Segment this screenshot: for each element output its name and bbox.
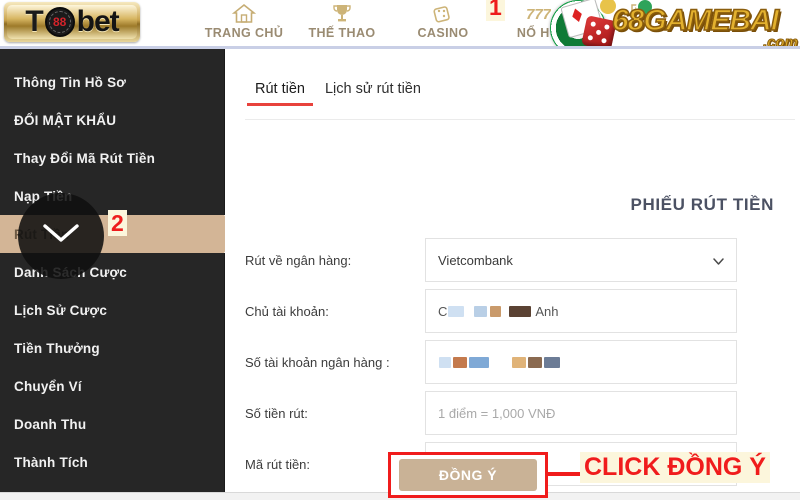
- account-sidebar: Thông Tin Hồ Sơ ĐỔI MẬT KHẨU Thay Đổi Mã…: [0, 49, 238, 500]
- nav-label-the-thao: THẾ THAO: [308, 26, 376, 40]
- input-account-holder[interactable]: C Anh: [425, 289, 737, 333]
- redaction-block: [512, 356, 526, 368]
- brand-logo-plate: T 88 bet: [4, 2, 140, 42]
- submit-button[interactable]: ĐỒNG Ý: [399, 459, 537, 491]
- callout-connector: [548, 472, 580, 476]
- redaction-block: [453, 356, 467, 368]
- select-bank-value: Vietcombank: [438, 252, 513, 268]
- label-so-tai-khoan: Số tài khoản ngân hàng :: [245, 354, 390, 370]
- sidebar-label: Doanh Thu: [14, 416, 87, 432]
- redaction-block: [439, 356, 451, 368]
- tab-label: Rút tiền: [255, 81, 305, 97]
- svg-text:777: 777: [526, 6, 551, 23]
- redaction-block: [474, 305, 488, 317]
- chevron-down-icon: [42, 222, 80, 244]
- account-holder-value: C: [438, 303, 448, 319]
- brand-logo[interactable]: T 88 bet: [4, 0, 144, 44]
- sidebar-item-chuyen-vi[interactable]: Chuyển Ví: [0, 367, 224, 405]
- sidebar-label: Thông Tin Hồ Sơ: [14, 74, 127, 90]
- account-holder-suffix: Anh: [535, 303, 559, 319]
- nav-item-building[interactable]: [590, 2, 686, 26]
- select-bank[interactable]: Vietcombank: [425, 238, 737, 282]
- label-rut-ve-ngan-hang: Rút về ngân hàng:: [245, 252, 352, 268]
- sidebar-item-doanh-thu[interactable]: Doanh Thu: [0, 405, 224, 443]
- brand-text-left: T: [25, 5, 43, 38]
- label-so-tien-rut: Số tiền rút:: [245, 405, 308, 421]
- dice-icon: [430, 2, 456, 24]
- redaction-block: [448, 305, 465, 317]
- input-amount[interactable]: 1 điểm = 1,000 VNĐ: [425, 391, 737, 435]
- page-root: T 88 bet TRANG CHỦ THẾ THAO CASINO 777 N…: [0, 0, 800, 500]
- redaction-block: [544, 356, 560, 368]
- form-row-bank: Rút về ngân hàng: Vietcombank: [245, 237, 795, 283]
- sidebar-label: Thay Đổi Mã Rút Tiền: [14, 150, 156, 166]
- sidebar-label: Thành Tích: [14, 454, 88, 470]
- sidebar-item-thay-doi-ma-rut-tien[interactable]: Thay Đổi Mã Rút Tiền: [0, 139, 224, 177]
- sidebar-item-doi-mat-khau[interactable]: ĐỔI MẬT KHẨU: [0, 101, 224, 139]
- nav-label-trang-chu: TRANG CHỦ: [204, 26, 284, 40]
- sidebar-label: Chuyển Ví: [14, 378, 82, 394]
- redaction-block: [528, 356, 542, 368]
- label-chu-tai-khoan: Chủ tài khoản:: [245, 303, 329, 319]
- site-header: T 88 bet TRANG CHỦ THẾ THAO CASINO 777 N…: [0, 0, 800, 48]
- redaction-block: [490, 305, 502, 317]
- brand-text-right: bet: [76, 5, 120, 38]
- tab-rut-tien[interactable]: Rút tiền: [245, 81, 315, 106]
- form-row-account-number: Số tài khoản ngân hàng :: [245, 339, 795, 385]
- nav-item-casino[interactable]: CASINO: [395, 2, 491, 40]
- sidebar-item-thong-tin-ho-so[interactable]: Thông Tin Hồ Sơ: [0, 63, 224, 101]
- sidebar-item-thanh-tich[interactable]: Thành Tích: [0, 443, 224, 481]
- annotation-2: 2: [108, 210, 127, 237]
- home-icon: [231, 2, 257, 24]
- annotation-1: 1: [486, 0, 505, 21]
- brand-chip-text: 88: [52, 15, 67, 29]
- tab-lich-su-rut-tien[interactable]: Lịch sử rút tiền: [315, 81, 431, 106]
- submit-annotation-box: ĐỒNG Ý: [388, 452, 548, 498]
- withdraw-panel: Rút tiền Lịch sử rút tiền PHIẾU RÚT TIỀN…: [225, 49, 800, 492]
- redaction-block: [469, 356, 489, 368]
- amount-placeholder: 1 điểm = 1,000 VNĐ: [438, 405, 556, 421]
- input-account-number[interactable]: [425, 340, 737, 384]
- tab-label: Lịch sử rút tiền: [324, 81, 421, 97]
- sidebar-label: Lịch Sử Cược: [14, 302, 108, 318]
- sidebar-item-tien-thuong[interactable]: Tiền Thưởng: [0, 329, 224, 367]
- main-nav: TRANG CHỦ THẾ THAO CASINO 777 NỔ HŨ 1: [190, 0, 800, 48]
- panel-tabs: Rút tiền Lịch sử rút tiền: [245, 81, 431, 106]
- form-title: PHIẾU RÚT TIỀN: [630, 195, 774, 214]
- poker-chip-icon: 88: [44, 7, 75, 37]
- nav-label-casino: CASINO: [417, 26, 469, 40]
- redaction-block: [509, 305, 532, 317]
- trophy-icon: [329, 2, 355, 24]
- nav-item-trang-chu[interactable]: TRANG CHỦ: [196, 2, 292, 40]
- sidebar-label: ĐỔI MẬT KHẨU: [14, 112, 117, 128]
- sidebar-label: Tiền Thưởng: [14, 340, 100, 356]
- callout-click-dong-y: CLICK ĐỒNG Ý: [580, 452, 770, 483]
- sidebar-item-lich-su-cuoc[interactable]: Lịch Sử Cược: [0, 291, 224, 329]
- form-row-account-holder: Chủ tài khoản: C Anh: [245, 288, 795, 334]
- nav-item-the-thao[interactable]: THẾ THAO: [294, 2, 390, 40]
- building-icon: [625, 2, 651, 24]
- brand-logo-inner: T 88 bet: [7, 5, 137, 39]
- tabs-divider: [245, 119, 795, 120]
- nav-label-no-hu: NỔ HŨ: [516, 26, 560, 40]
- slot-777-icon: 777: [525, 2, 551, 24]
- chevron-down-icon: [713, 255, 724, 266]
- form-row-amount: Số tiền rút: 1 điểm = 1,000 VNĐ: [245, 390, 795, 436]
